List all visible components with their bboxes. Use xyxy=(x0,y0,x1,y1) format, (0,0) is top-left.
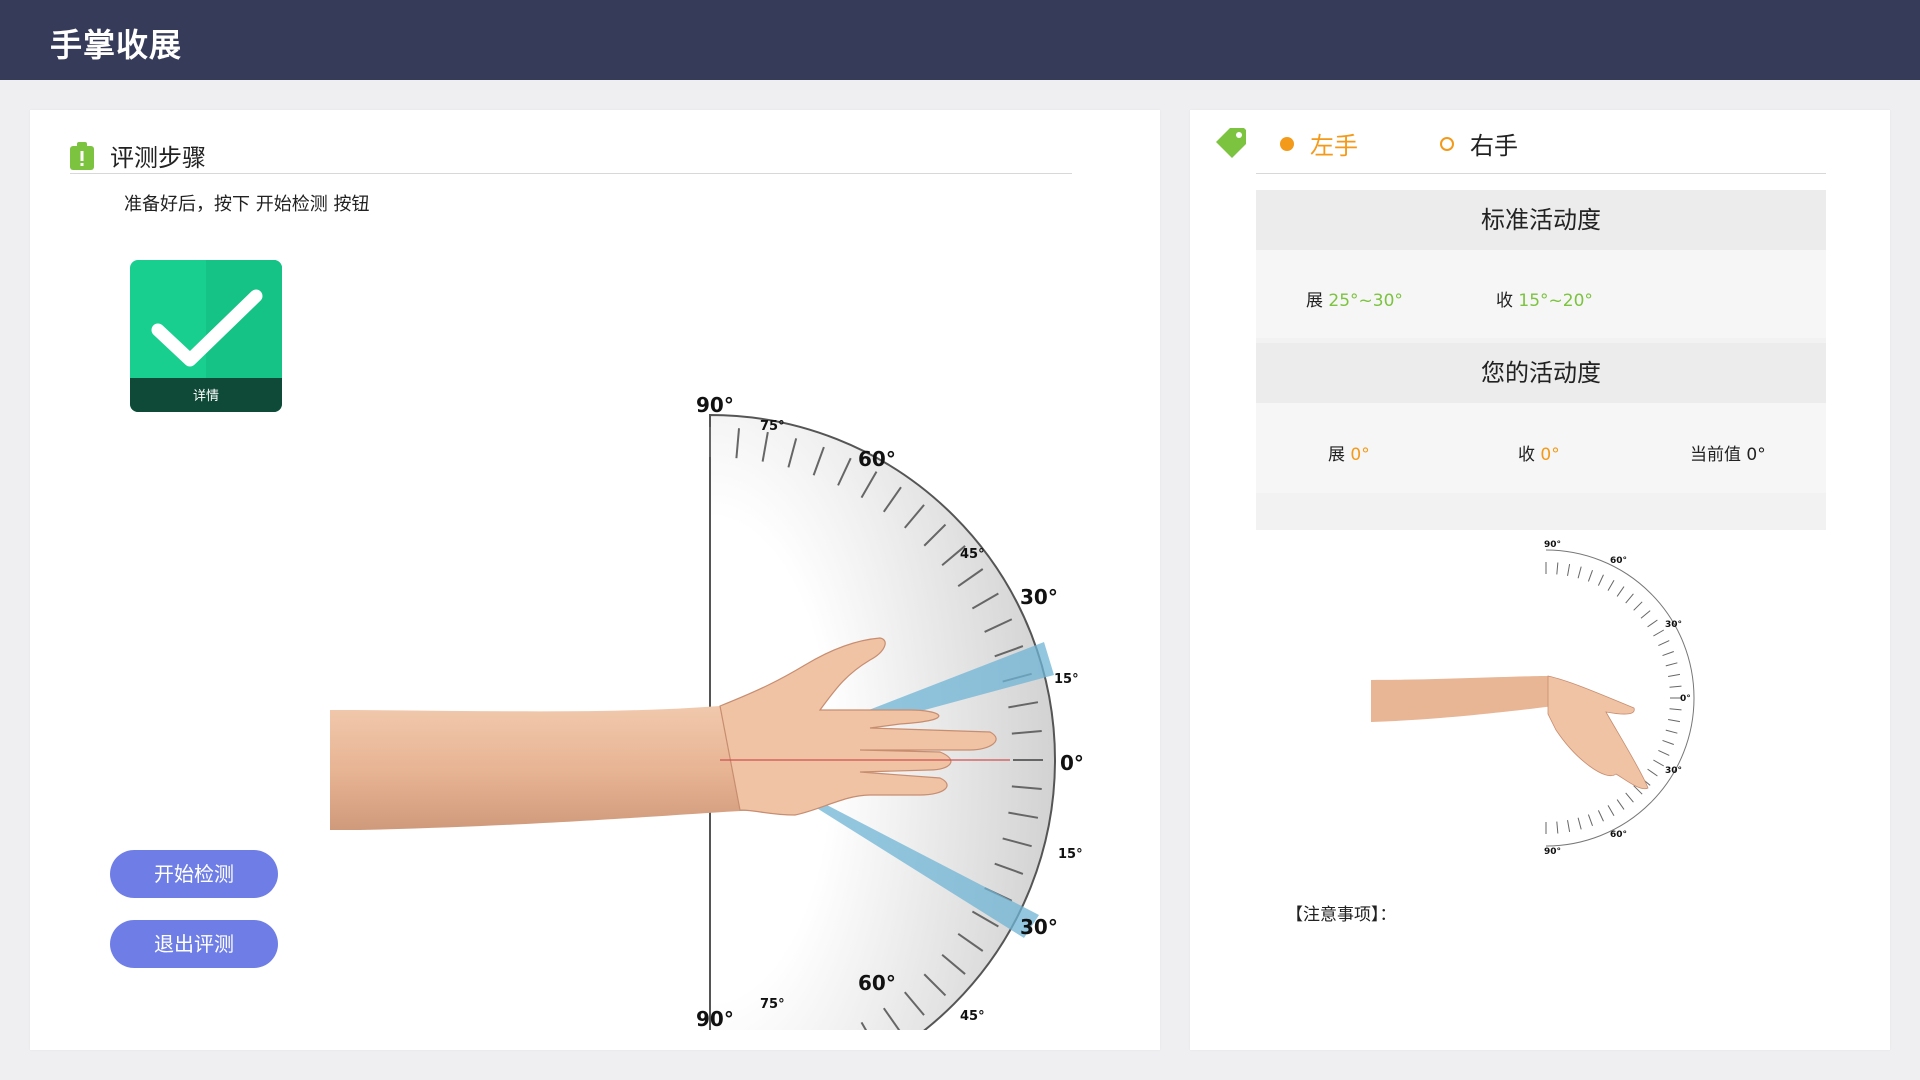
tick-mark xyxy=(1668,719,1681,723)
tick-mark xyxy=(1607,805,1615,817)
your-abduction-value: 0° xyxy=(1350,445,1370,465)
standard-adduction: 收 15°~20° xyxy=(1496,286,1593,311)
tick-mark xyxy=(1647,619,1658,628)
current-value: 当前值 0° xyxy=(1690,440,1766,465)
tab-right-hand-label: 右手 xyxy=(1470,132,1518,160)
mini-label-60-top: 60° xyxy=(1610,556,1627,566)
tick-mark xyxy=(1607,579,1615,591)
gauge-label-75-top: 75° xyxy=(760,419,785,434)
top-bar: 手掌收展 xyxy=(0,0,1920,80)
tick-mark xyxy=(1597,574,1604,586)
tick-mark xyxy=(1640,610,1651,619)
tick-mark xyxy=(1647,768,1658,777)
mini-hand xyxy=(1547,675,1649,790)
tick-mark xyxy=(1616,799,1625,810)
gauge-label-45-bottom: 45° xyxy=(960,1009,985,1024)
tick-mark xyxy=(1662,651,1674,657)
gauge-label-60-top: 60° xyxy=(858,447,896,471)
tick-mark xyxy=(1625,593,1634,604)
current-value-label: 当前值 xyxy=(1690,445,1741,465)
standard-abduction-value: 25°~30° xyxy=(1328,291,1403,311)
gauge-label-30-bottom: 30° xyxy=(1020,915,1058,939)
standard-adduction-value: 15°~20° xyxy=(1518,291,1593,311)
radio-unselected-icon xyxy=(1440,136,1454,151)
assessment-steps-title: 评测步骤 xyxy=(110,144,206,172)
tick-mark xyxy=(1577,817,1582,830)
standard-title: 标准活动度 xyxy=(1256,190,1826,250)
tick-mark xyxy=(1567,563,1571,576)
assessment-panel-header: 评测步骤 xyxy=(70,128,1072,174)
gauge-label-0: 0° xyxy=(1060,751,1084,775)
standard-abduction: 展 25°~30° xyxy=(1306,286,1403,311)
forearm xyxy=(330,704,770,830)
gauge-label-15-top: 15° xyxy=(1054,672,1079,687)
tick-mark xyxy=(1653,629,1665,637)
assessment-panel: 评测步骤 准备好后，按下 开始检测 按钮 详情 开始检测 退出评测 90° 75… xyxy=(30,110,1160,1050)
clipboard-alert-icon xyxy=(70,142,94,170)
gauge-label-30-top: 30° xyxy=(1020,585,1058,609)
gauge-label-75-bottom: 75° xyxy=(760,997,785,1012)
tick-mark xyxy=(1556,821,1559,834)
mini-label-60-bottom: 60° xyxy=(1610,830,1627,840)
gauge-label-60-bottom: 60° xyxy=(858,971,896,995)
tick-mark xyxy=(1665,729,1678,734)
mini-label-90-bottom: 90° xyxy=(1544,847,1561,857)
app-title: 手掌收展 xyxy=(50,26,183,64)
tick-mark xyxy=(1577,566,1582,579)
tick-mark xyxy=(1669,685,1682,688)
tick-mark xyxy=(1653,759,1665,767)
detail-label: 详情 xyxy=(192,389,219,404)
tick-mark xyxy=(1633,601,1643,611)
gauge-label-90-top: 90° xyxy=(696,393,734,417)
mini-label-30-top: 30° xyxy=(1665,620,1682,630)
gauge-label-15-bottom: 15° xyxy=(1058,847,1083,862)
tab-right-hand[interactable]: 右手 xyxy=(1440,126,1518,161)
current-value-number: 0° xyxy=(1746,445,1766,465)
tick-mark xyxy=(1597,810,1604,822)
mini-protractor-preview: 90° 60° 30° 0° 30° 60° 90° xyxy=(1256,530,1826,870)
your-adduction: 收 0° xyxy=(1518,440,1560,465)
mini-forearm xyxy=(1371,676,1554,722)
tick-mark xyxy=(1658,749,1670,756)
mini-label-90-top: 90° xyxy=(1544,540,1561,550)
your-abduction-label: 展 xyxy=(1328,445,1345,465)
tick-mark xyxy=(1662,739,1674,745)
tick-mark xyxy=(1587,570,1593,582)
tick-mark xyxy=(1567,820,1571,833)
exit-assessment-button[interactable]: 退出评测 xyxy=(110,920,278,968)
mini-label-30-bottom: 30° xyxy=(1665,766,1682,776)
start-test-button[interactable]: 开始检测 xyxy=(110,850,278,898)
standard-adduction-label: 收 xyxy=(1496,291,1513,311)
tick-mark xyxy=(1616,586,1625,597)
your-adduction-value: 0° xyxy=(1540,445,1560,465)
tick-mark xyxy=(1625,792,1634,803)
tick-mark xyxy=(1668,673,1681,677)
tag-icon xyxy=(1216,128,1246,158)
gauge-label-45-top: 45° xyxy=(960,547,985,562)
your-abduction: 展 0° xyxy=(1328,440,1370,465)
tick-mark xyxy=(1587,814,1593,826)
radio-selected-icon xyxy=(1280,136,1294,151)
tick-mark xyxy=(1658,640,1670,647)
protractor-gauge: 90° 75° 60° 45° 30° 15° 0° 15° 30° 45° 6… xyxy=(330,393,1084,1030)
notes-label: 【注意事项】： xyxy=(1286,905,1397,925)
detail-button[interactable]: 详情 xyxy=(130,260,282,412)
gauge-label-90-bottom: 90° xyxy=(696,1007,734,1030)
standard-abduction-label: 展 xyxy=(1306,291,1323,311)
your-adduction-label: 收 xyxy=(1518,445,1535,465)
tick-mark xyxy=(1665,662,1678,667)
instruction-text: 准备好后，按下 开始检测 按钮 xyxy=(124,194,370,215)
tab-left-hand-label: 左手 xyxy=(1310,132,1358,160)
mini-label-0: 0° xyxy=(1680,694,1691,704)
your-range-title: 您的活动度 xyxy=(1256,343,1826,403)
tab-left-hand[interactable]: 左手 xyxy=(1280,126,1358,161)
tick-mark xyxy=(1669,708,1682,711)
tick-mark xyxy=(1556,562,1559,575)
results-panel: 左手 右手 标准活动度 展 25°~30° 收 15°~20° 您的活动度 展 … xyxy=(1190,110,1890,1050)
